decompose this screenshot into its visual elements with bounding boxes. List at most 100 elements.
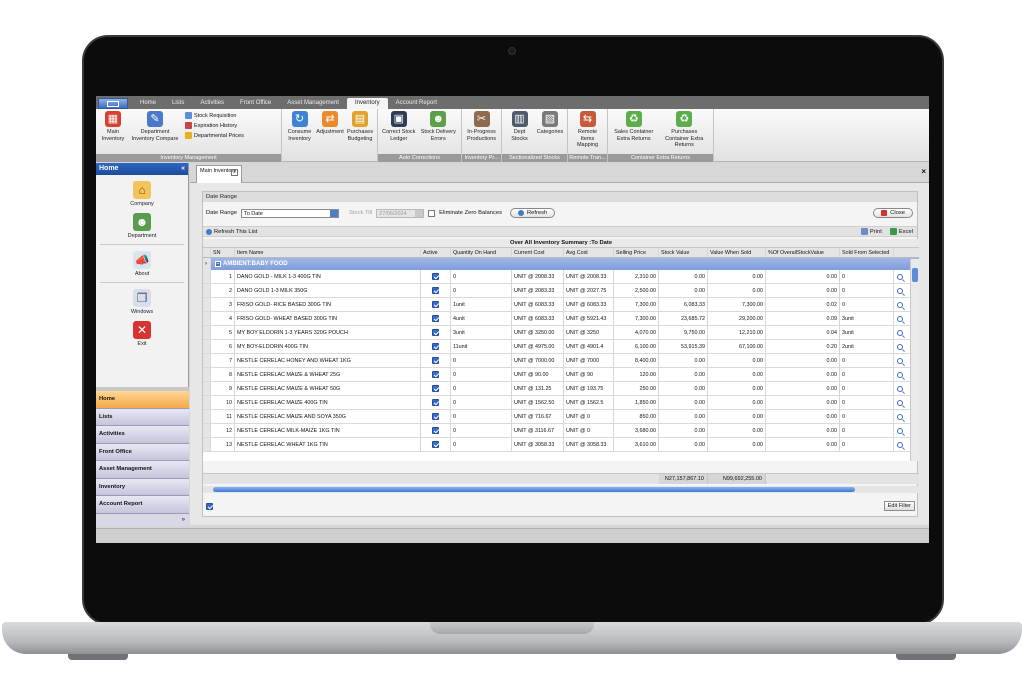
- table-row[interactable]: 7 NESTLE CERELAC HONEY AND WHEAT 1KG 0 UNIT…: [203, 354, 919, 368]
- table-row[interactable]: 4 FRISO GOLD- WHEAT BASED 300G TIN 4unit UN…: [203, 312, 919, 326]
- magnifier-icon[interactable]: [897, 357, 903, 364]
- magnifier-icon[interactable]: [897, 399, 903, 406]
- departmental-prices-button[interactable]: Departmental Prices: [185, 132, 244, 139]
- sidebar-item-exit[interactable]: ✕ Exit: [96, 321, 188, 347]
- cell-current-cost: UNIT @ 2008.33: [512, 270, 564, 283]
- sidebar-item-about[interactable]: 📣 About: [96, 251, 188, 277]
- sidebar-item-company[interactable]: ⌂ Company: [96, 181, 188, 207]
- active-checkbox[interactable]: [432, 301, 439, 309]
- table-row[interactable]: 13 NESTLE CERELAC WHEAT 1KG TIN 0 UNIT @ 30…: [203, 438, 919, 452]
- excel-button[interactable]: Excel: [889, 228, 913, 235]
- refresh-list-button[interactable]: Refresh This List: [206, 228, 257, 235]
- active-checkbox[interactable]: [432, 441, 439, 449]
- nav-more-chevron-icon[interactable]: »: [96, 513, 189, 526]
- table-row[interactable]: 10 NESTLE CERELAC MAIZE 400G TIN 0 UNIT @ 1…: [203, 396, 919, 410]
- magnifier-icon[interactable]: [897, 385, 903, 392]
- nav-inventory[interactable]: Inventory: [96, 478, 189, 496]
- magnifier-icon[interactable]: [897, 371, 903, 378]
- table-row[interactable]: 2 DANO GOLD 1-3 MILK 350G 0 UNIT @ 2083.33 U…: [203, 284, 919, 298]
- tab-front-office[interactable]: Front Office: [232, 98, 279, 109]
- magnifier-icon[interactable]: [897, 343, 903, 350]
- nav-asset-management[interactable]: Asset Management: [96, 461, 189, 479]
- sidebar-item-department[interactable]: ☻ Department: [96, 213, 188, 239]
- sidebar-item-windows[interactable]: ❐ Windows: [96, 289, 188, 315]
- table-row[interactable]: 5 MY BOY ELDORIN 1-3 YEARS 320G POUCH 3uni…: [203, 326, 919, 340]
- active-checkbox[interactable]: [432, 357, 439, 365]
- col-header-stock-value[interactable]: Stock Value: [659, 248, 708, 257]
- active-checkbox[interactable]: [432, 385, 439, 393]
- col-header-current-cost[interactable]: Current Cost: [512, 248, 564, 257]
- col-header-quantity[interactable]: Quantity On Hand: [451, 248, 512, 257]
- date-range-select[interactable]: To Date: [240, 208, 339, 218]
- hscroll-thumb[interactable]: [213, 487, 855, 492]
- expand-arrow-icon[interactable]: ›: [203, 258, 211, 270]
- tab-activities[interactable]: Activities: [192, 98, 232, 109]
- col-header-item-name[interactable]: Item Name: [235, 248, 421, 257]
- application-menu-button[interactable]: [98, 98, 128, 109]
- nav-front-office[interactable]: Front Office: [96, 443, 189, 461]
- active-checkbox[interactable]: [432, 427, 439, 435]
- tab-home[interactable]: Home: [132, 98, 164, 109]
- col-header-active[interactable]: Active: [421, 248, 451, 257]
- active-checkbox[interactable]: [432, 315, 439, 323]
- active-checkbox[interactable]: [432, 273, 439, 281]
- nav-account-report[interactable]: Account Report: [96, 496, 189, 514]
- active-checkbox[interactable]: [432, 413, 439, 421]
- close-window-icon[interactable]: ×: [921, 167, 926, 176]
- horizontal-scrollbar[interactable]: [203, 486, 919, 493]
- tab-inventory[interactable]: Inventory: [346, 98, 388, 109]
- table-row[interactable]: 1 DANO GOLD - MILK 1-3 400G TIN 0 UNIT @ 20…: [203, 270, 919, 284]
- table-row[interactable]: 8 NESTLE CERELAC MAIZE & WHEAT 25G 0 UNIT @…: [203, 368, 919, 382]
- table-row[interactable]: 12 NESTLE CERELAC MILK-MAIZE 1KG TIN 0 UNIT…: [203, 424, 919, 438]
- col-header-value-when-sold[interactable]: Value When Sold: [708, 248, 766, 257]
- collapse-group-icon[interactable]: −: [215, 261, 221, 267]
- active-checkbox[interactable]: [432, 343, 439, 351]
- scroll-thumb[interactable]: [912, 268, 918, 282]
- tab-asset-management[interactable]: Asset Management: [279, 98, 347, 109]
- active-checkbox[interactable]: [432, 371, 439, 379]
- magnifier-icon[interactable]: [897, 287, 903, 294]
- table-row[interactable]: 9 NESTLE CERELAC MAIZE & WHEAT 50G 0 UNIT @…: [203, 382, 919, 396]
- stock-till-date-input[interactable]: 27/06/2024: [376, 208, 425, 218]
- purchases-budgeting-button[interactable]: ▤ Purchases Budgeting: [345, 111, 375, 162]
- magnifier-icon[interactable]: [897, 413, 903, 420]
- filter-enable-checkbox[interactable]: [206, 502, 213, 510]
- consume-inventory-button[interactable]: ↻ Consume Inventory: [284, 111, 315, 162]
- group-row[interactable]: › − AMBIENT:BABY FOOD: [203, 258, 919, 270]
- refresh-button[interactable]: Refresh: [509, 208, 556, 218]
- eliminate-zero-checkbox[interactable]: [428, 209, 436, 217]
- active-checkbox[interactable]: [432, 329, 439, 337]
- expiration-history-button[interactable]: Expiration History: [185, 122, 244, 129]
- adjustment-button[interactable]: ⇄ Adjustment: [315, 111, 345, 162]
- stock-requisition-button[interactable]: Stock Requisition: [185, 112, 244, 119]
- nav-activities[interactable]: Activities: [96, 426, 189, 444]
- magnifier-icon[interactable]: [897, 273, 903, 280]
- col-header-selling-price[interactable]: Selling Price: [614, 248, 659, 257]
- table-row[interactable]: 6 MY BOY-ELDORIN 400G TIN 11unit UNIT @ 497…: [203, 340, 919, 354]
- magnifier-icon[interactable]: [897, 427, 903, 434]
- magnifier-icon[interactable]: [897, 315, 903, 322]
- magnifier-icon[interactable]: [897, 329, 903, 336]
- edit-filter-button[interactable]: Edit Filter: [883, 501, 915, 511]
- vertical-scrollbar[interactable]: [910, 259, 919, 461]
- col-header-avg-cost[interactable]: Avg Cost: [564, 248, 614, 257]
- table-row[interactable]: 11 NESTLE CERELAC MAIZE AND SOYA 350G 0 UNI…: [203, 410, 919, 424]
- tab-lists[interactable]: Lists: [164, 98, 192, 109]
- collapse-chevron-icon[interactable]: «: [181, 163, 185, 175]
- magnifier-icon[interactable]: [897, 441, 903, 448]
- table-row[interactable]: 3 FRISO GOLD- RICE BASED 300G TIN 1unit UNI…: [203, 298, 919, 312]
- close-tab-icon[interactable]: ×: [231, 169, 238, 176]
- doc-tab-main-inventory[interactable]: Main Inventory ×: [196, 165, 242, 183]
- tab-account-report[interactable]: Account Report: [388, 98, 445, 109]
- cell-active: [421, 354, 451, 367]
- col-header-sold-from-selected[interactable]: Sold From Selected: [840, 248, 894, 257]
- nav-lists[interactable]: Lists: [96, 408, 189, 426]
- active-checkbox[interactable]: [432, 399, 439, 407]
- active-checkbox[interactable]: [432, 287, 439, 295]
- nav-home[interactable]: Home: [96, 391, 189, 409]
- print-button[interactable]: Print: [860, 228, 882, 235]
- close-button[interactable]: Close: [873, 208, 913, 218]
- col-header-pct-overall[interactable]: %Of OverallStockValue: [766, 248, 840, 257]
- col-header-sn[interactable]: SN: [211, 248, 235, 257]
- magnifier-icon[interactable]: [897, 301, 903, 308]
